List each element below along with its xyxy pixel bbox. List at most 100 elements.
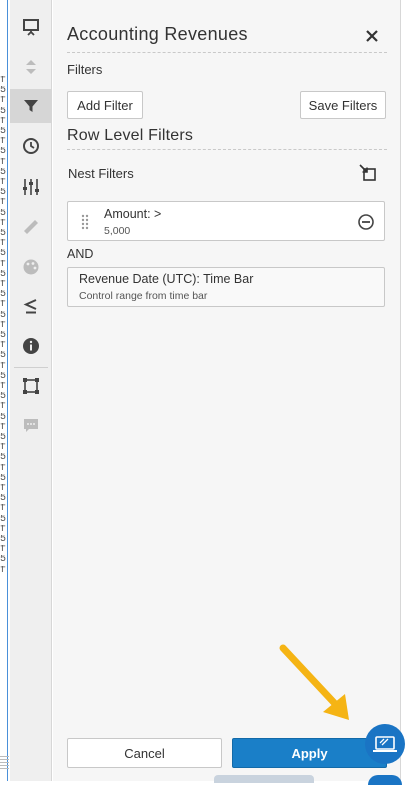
background-text-fragment: f: [0, 178, 6, 188]
background-text-fragment: f: [0, 137, 6, 148]
background-text-fragment: f: [0, 96, 6, 107]
filter-title: Revenue Date (UTC): Time Bar: [79, 272, 254, 286]
background-text-fragment: f: [0, 320, 6, 331]
background-text-fragment: 5: [0, 473, 6, 484]
background-text-fragment: f: [0, 157, 6, 168]
rail-item-time[interactable]: [10, 129, 52, 163]
background-text-fragment: 5: [0, 310, 6, 321]
background-text-fragment: 5: [0, 514, 6, 525]
background-text-fragment: 5: [0, 106, 6, 117]
info-icon: [23, 338, 39, 354]
comment-icon: [24, 419, 38, 432]
panel-title: Accounting Revenues: [67, 24, 248, 44]
add-filter-button[interactable]: Add Filter: [67, 91, 143, 119]
background-text-fragment: f: [0, 239, 6, 250]
filters-panel: Accounting Revenues Filters Add Filter S…: [53, 0, 401, 781]
nest-filters-label: Nest Filters: [68, 166, 134, 181]
resize-grip[interactable]: [0, 755, 9, 769]
annotation-arrow-icon: [279, 644, 349, 720]
background-text-fragment: 5: [0, 351, 6, 362]
rail-item-filter[interactable]: [10, 89, 52, 123]
background-text-fragment: f: [0, 218, 6, 229]
sort-icon: [26, 60, 36, 74]
rail-item-presentation[interactable]: [10, 10, 52, 44]
filter-card-revenue-date[interactable]: Revenue Date (UTC): Time Bar Control ran…: [67, 267, 385, 307]
divider: [67, 52, 387, 53]
nest-filters-icon[interactable]: [359, 164, 377, 182]
background-text-fragment: f: [0, 198, 6, 209]
rail-item-compare[interactable]: [10, 289, 52, 323]
background-text-fragment: f: [0, 76, 6, 86]
rail-item-style[interactable]: [10, 250, 52, 284]
background-text-fragment: f: [0, 545, 6, 556]
filters-label: Filters: [67, 62, 103, 77]
background-text-fragment: 5: [0, 412, 6, 423]
background-text-fragment: f: [0, 422, 6, 433]
background-text-fragment: f: [0, 524, 6, 535]
close-icon: [366, 30, 378, 42]
filter-card-amount[interactable]: Amount: > 5,000: [67, 201, 385, 241]
divider: [67, 149, 387, 150]
background-text-fragment: 5: [0, 392, 6, 403]
clock-icon: [23, 138, 39, 154]
rail-item-info[interactable]: [10, 329, 52, 363]
background-text-fragment: 5: [0, 331, 6, 341]
background-text-fragment: f: [0, 382, 6, 392]
background-text-fragment: 5: [0, 208, 6, 219]
background-text-fragment: f: [0, 361, 6, 372]
rail-item-comments[interactable]: [10, 409, 52, 443]
bottom-widget[interactable]: [368, 775, 402, 785]
background-text-fragment: 5: [0, 269, 6, 280]
background-text-fragment: 5: [0, 290, 6, 301]
status-pill: [214, 775, 314, 783]
filter-subtitle: Control range from time bar: [79, 290, 208, 302]
icon-rail: [10, 0, 52, 781]
background-text-fragment: 5: [0, 229, 6, 239]
background-text-fragment: 5: [0, 555, 6, 566]
background-page-strip: f5f5f5f5f5f5f5f5f5f5f5f5f5f5f5f5f5f5f5f5…: [0, 0, 10, 781]
background-text-fragment: 5: [0, 453, 6, 464]
remove-filter-icon[interactable]: [357, 213, 375, 231]
selection-icon: [23, 378, 39, 394]
background-text-fragment: 5: [0, 433, 6, 443]
background-text-fragment: 5: [0, 371, 6, 382]
background-text-fragment: 5: [0, 147, 6, 158]
background-text-fragment: f: [0, 341, 6, 352]
background-text-fragment: f: [0, 116, 6, 127]
presentation-icon: [23, 19, 39, 36]
background-text-fragment: 5: [0, 167, 6, 178]
sliders-icon: [23, 179, 39, 195]
filter-icon: [24, 100, 38, 112]
ruler-icon: [24, 220, 38, 234]
rail-item-settings[interactable]: [10, 170, 52, 204]
rail-item-measure[interactable]: [10, 210, 52, 244]
background-text-fragment: f: [0, 463, 6, 474]
background-text-fragment: f: [0, 402, 6, 413]
background-text-fragment: 5: [0, 127, 6, 137]
background-text-fragment: f: [0, 484, 6, 494]
frame-border: [7, 0, 8, 781]
cancel-button[interactable]: Cancel: [67, 738, 222, 768]
filter-title: Amount: >: [104, 207, 162, 221]
laptop-help-icon: [373, 736, 397, 752]
rail-item-selection[interactable]: [10, 369, 52, 403]
background-text-fragment: 5: [0, 535, 6, 545]
save-filters-button[interactable]: Save Filters: [300, 91, 386, 119]
background-text-fragment: f: [0, 280, 6, 290]
background-text-fragment: 5: [0, 188, 6, 199]
rail-divider: [14, 367, 48, 368]
background-text-fragment: f: [0, 300, 6, 311]
close-button[interactable]: [362, 26, 382, 46]
rail-item-sort[interactable]: [10, 50, 52, 84]
palette-icon: [23, 259, 39, 275]
row-level-filters-heading: Row Level Filters: [67, 127, 194, 144]
assistant-button[interactable]: [365, 724, 405, 764]
background-text-fragment: f: [0, 565, 6, 576]
background-text-fragment: 5: [0, 249, 6, 260]
filter-value: 5,000: [104, 225, 131, 237]
background-text-fragment: 5: [0, 494, 6, 505]
background-text-fragment: f: [0, 443, 6, 454]
drag-handle-icon[interactable]: [81, 214, 89, 230]
less-equal-icon: [23, 299, 37, 314]
apply-button[interactable]: Apply: [232, 738, 387, 768]
